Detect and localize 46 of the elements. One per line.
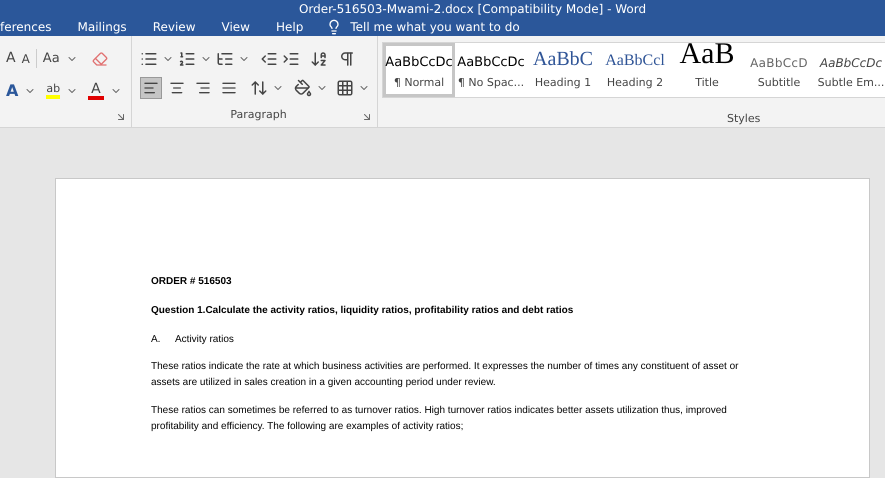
ribbon-tab[interactable]: ferences (0, 18, 64, 36)
dialog-launcher-icon[interactable] (361, 111, 373, 123)
ribbon-tab[interactable]: Help (263, 18, 316, 36)
decrease-indent-icon[interactable] (260, 50, 278, 68)
document-heading: Question 1.Calculate the activity ratios, liquidity ratios, profitability ratios and debt ratios (151, 304, 574, 318)
font-color-button[interactable]: A (88, 82, 104, 100)
ribbon-tab[interactable]: Mailings (64, 18, 140, 36)
window-title: Order-516503-Mwami-2.docx [Compatibility Mode] - Word (298, 1, 646, 18)
style-item[interactable]: AaBbCcDc Subtle Em... (815, 43, 885, 97)
pilcrow-icon[interactable] (338, 50, 356, 68)
group-label: Paragraph (230, 107, 287, 123)
style-item[interactable]: AaB Title (671, 43, 743, 97)
style-item[interactable]: AaBbCcl Heading 2 (599, 43, 671, 97)
document-heading: ORDER # 516503 (151, 275, 233, 289)
numbered-list-icon[interactable] (178, 50, 196, 68)
body-paragraph: These ratios can sometimes be referred to as turnover ratios. High turnover ratios indicates better assets utilization thus, improved profitability and efficiency. The following are examples of activity ratios; (151, 404, 728, 434)
style-item[interactable]: AaBbCcD Subtitle (743, 43, 815, 97)
grow-font-button[interactable]: A (6, 48, 16, 69)
tell-me-field[interactable]: Tell me what you want to do (350, 18, 570, 36)
bullet-list-icon[interactable] (140, 50, 158, 68)
group-label: Styles (727, 111, 762, 127)
borders-icon[interactable] (336, 79, 354, 97)
shrink-font-button[interactable]: A (22, 50, 30, 68)
dialog-launcher-icon[interactable] (115, 111, 127, 123)
change-case-button[interactable]: Aa (36, 48, 60, 68)
text-effects-button[interactable]: A (6, 79, 18, 103)
list-marker: A. (151, 333, 162, 347)
style-item[interactable]: AaBbCcDc ¶ Normal (383, 43, 455, 97)
align-button[interactable] (140, 77, 162, 99)
style-item[interactable]: AaBbCcDc ¶ No Spac... (455, 43, 527, 97)
list-item-text: Activity ratios (175, 333, 234, 347)
text-lines-icon (195, 80, 211, 96)
ribbon-tab[interactable]: Review (140, 18, 209, 36)
body-paragraph: These ratios indicate the rate at which business activities are performed. It expresses the number of times any constituent of asset or assets are utilized in sales creation in a given accounting period under review. (151, 360, 740, 390)
eraser-icon[interactable] (92, 50, 108, 66)
text-lines-icon (143, 80, 159, 96)
multilevel-list-icon[interactable] (216, 50, 234, 68)
sort-icon[interactable] (310, 50, 328, 68)
text-lines-icon (169, 80, 185, 96)
style-item[interactable]: AaBbC Heading 1 (527, 43, 599, 97)
increase-indent-icon[interactable] (282, 50, 300, 68)
ribbon-tab[interactable]: View (208, 18, 263, 36)
line-spacing-icon[interactable] (250, 79, 268, 97)
paint-bucket-icon[interactable] (294, 79, 312, 97)
text-lines-icon (221, 80, 237, 96)
highlight-button[interactable]: ab (46, 83, 60, 99)
